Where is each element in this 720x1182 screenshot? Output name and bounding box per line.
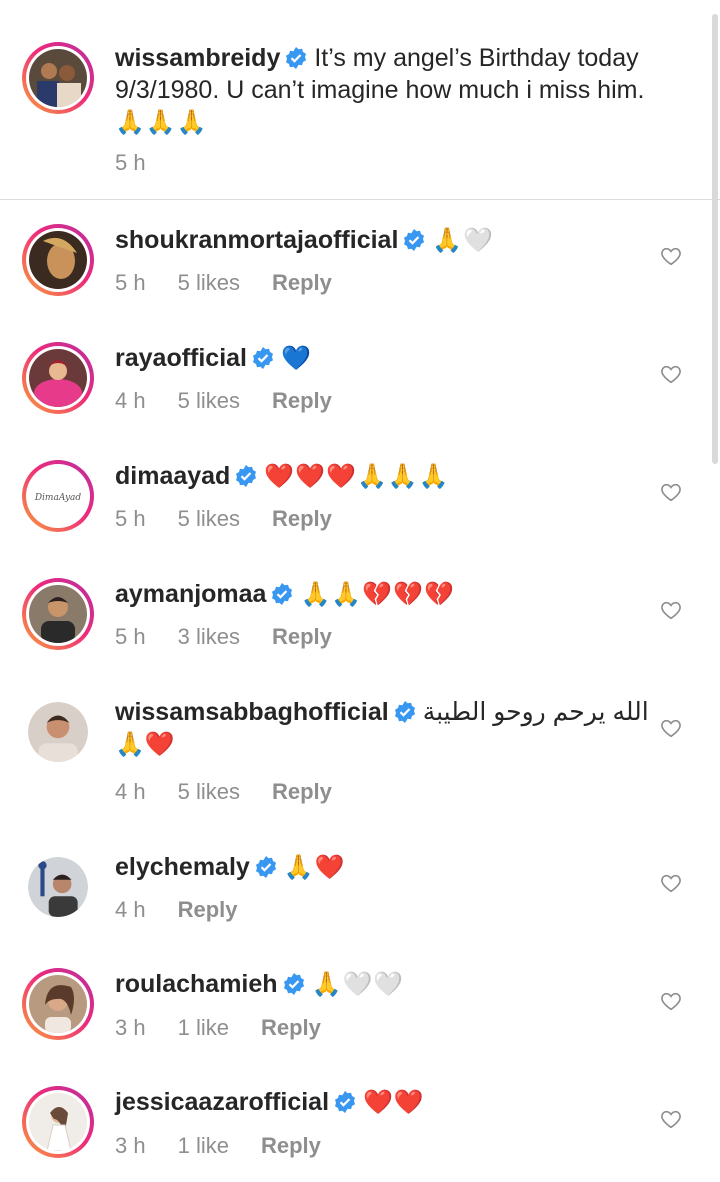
avatar-signature: DimaAyad (34, 493, 82, 503)
comment-emoji: ❤️❤️❤️🙏🙏🙏 (264, 462, 450, 490)
username[interactable]: roulachamieh (115, 970, 278, 998)
reply-button[interactable]: Reply (272, 624, 332, 650)
comment-emoji: 💙 (281, 344, 312, 372)
comment-emoji: ❤️❤️ (363, 1088, 425, 1116)
timestamp: 4 h (115, 897, 146, 922)
reply-button[interactable]: Reply (178, 897, 238, 923)
comment-body: الله يرحم روحو الطيبة (422, 698, 649, 726)
like-heart-icon[interactable] (660, 872, 682, 894)
timestamp: 5 h (115, 624, 146, 649)
likes-count[interactable]: 5 likes (178, 388, 240, 414)
like-heart-icon[interactable] (660, 717, 682, 739)
like-heart-icon[interactable] (660, 245, 682, 267)
caption-emoji: 🙏🙏🙏 (115, 108, 208, 136)
verified-badge-icon (393, 700, 417, 724)
verified-badge-icon (234, 464, 258, 488)
avatar[interactable] (22, 696, 94, 768)
username[interactable]: rayaofficial (115, 344, 247, 372)
timestamp: 5 h (115, 506, 146, 531)
likes-count[interactable]: 1 like (178, 1015, 229, 1041)
username[interactable]: wissamsabbaghofficial (115, 698, 389, 726)
avatar[interactable]: DimaAyad (22, 460, 94, 532)
username[interactable]: shoukranmortajaofficial (115, 226, 398, 254)
reply-button[interactable]: Reply (272, 270, 332, 296)
like-heart-icon[interactable] (660, 481, 682, 503)
like-heart-icon[interactable] (660, 1108, 682, 1130)
reply-button[interactable]: Reply (261, 1015, 321, 1041)
comment-emoji: 🙏❤️ (283, 853, 346, 881)
verified-badge-icon (402, 228, 426, 252)
avatar[interactable] (22, 578, 94, 650)
avatar[interactable] (22, 42, 94, 114)
likes-count[interactable]: 5 likes (178, 506, 240, 532)
reply-button[interactable]: Reply (272, 388, 332, 414)
likes-count[interactable]: 5 likes (178, 779, 240, 805)
avatar[interactable] (22, 968, 94, 1040)
username[interactable]: jessicaazarofficial (115, 1088, 329, 1116)
username[interactable]: dimaayad (115, 462, 230, 490)
likes-count[interactable]: 3 likes (178, 624, 240, 650)
reply-button[interactable]: Reply (261, 1133, 321, 1159)
scrollbar[interactable] (712, 14, 718, 464)
avatar[interactable] (22, 851, 94, 923)
like-heart-icon[interactable] (660, 599, 682, 621)
avatar[interactable] (22, 1086, 94, 1158)
verified-badge-icon (333, 1090, 357, 1114)
caption-meta: 5 h (115, 150, 178, 176)
divider (0, 199, 720, 200)
likes-count[interactable]: 5 likes (178, 270, 240, 296)
avatar[interactable] (22, 224, 94, 296)
caption-text: wissambreidy It’s my angel’s Birthday tod… (115, 42, 655, 138)
avatar[interactable] (22, 342, 94, 414)
verified-badge-icon (254, 855, 278, 879)
timestamp: 4 h (115, 779, 146, 804)
reply-button[interactable]: Reply (272, 506, 332, 532)
like-heart-icon[interactable] (660, 990, 682, 1012)
like-heart-icon[interactable] (660, 363, 682, 385)
timestamp: 5 h (115, 150, 146, 175)
timestamp: 4 h (115, 388, 146, 413)
verified-badge-icon (284, 46, 308, 70)
timestamp: 3 h (115, 1015, 146, 1040)
username[interactable]: wissambreidy (115, 44, 280, 72)
comment-emoji: 🙏❤️ (115, 730, 175, 758)
username[interactable]: aymanjomaa (115, 580, 266, 608)
post-caption: wissambreidy It’s my angel’s Birthday tod… (0, 0, 720, 200)
verified-badge-icon (282, 972, 306, 996)
likes-count[interactable]: 1 like (178, 1133, 229, 1159)
username[interactable]: elychemaly (115, 853, 250, 881)
comment-emoji: 🙏🙏💔💔💔 (300, 580, 455, 608)
comment-emoji: 🙏🤍 (432, 226, 495, 254)
verified-badge-icon (251, 346, 275, 370)
timestamp: 3 h (115, 1133, 146, 1158)
verified-badge-icon (270, 582, 294, 606)
reply-button[interactable]: Reply (272, 779, 332, 805)
comment-emoji: 🙏🤍🤍 (311, 970, 405, 998)
timestamp: 5 h (115, 270, 146, 295)
